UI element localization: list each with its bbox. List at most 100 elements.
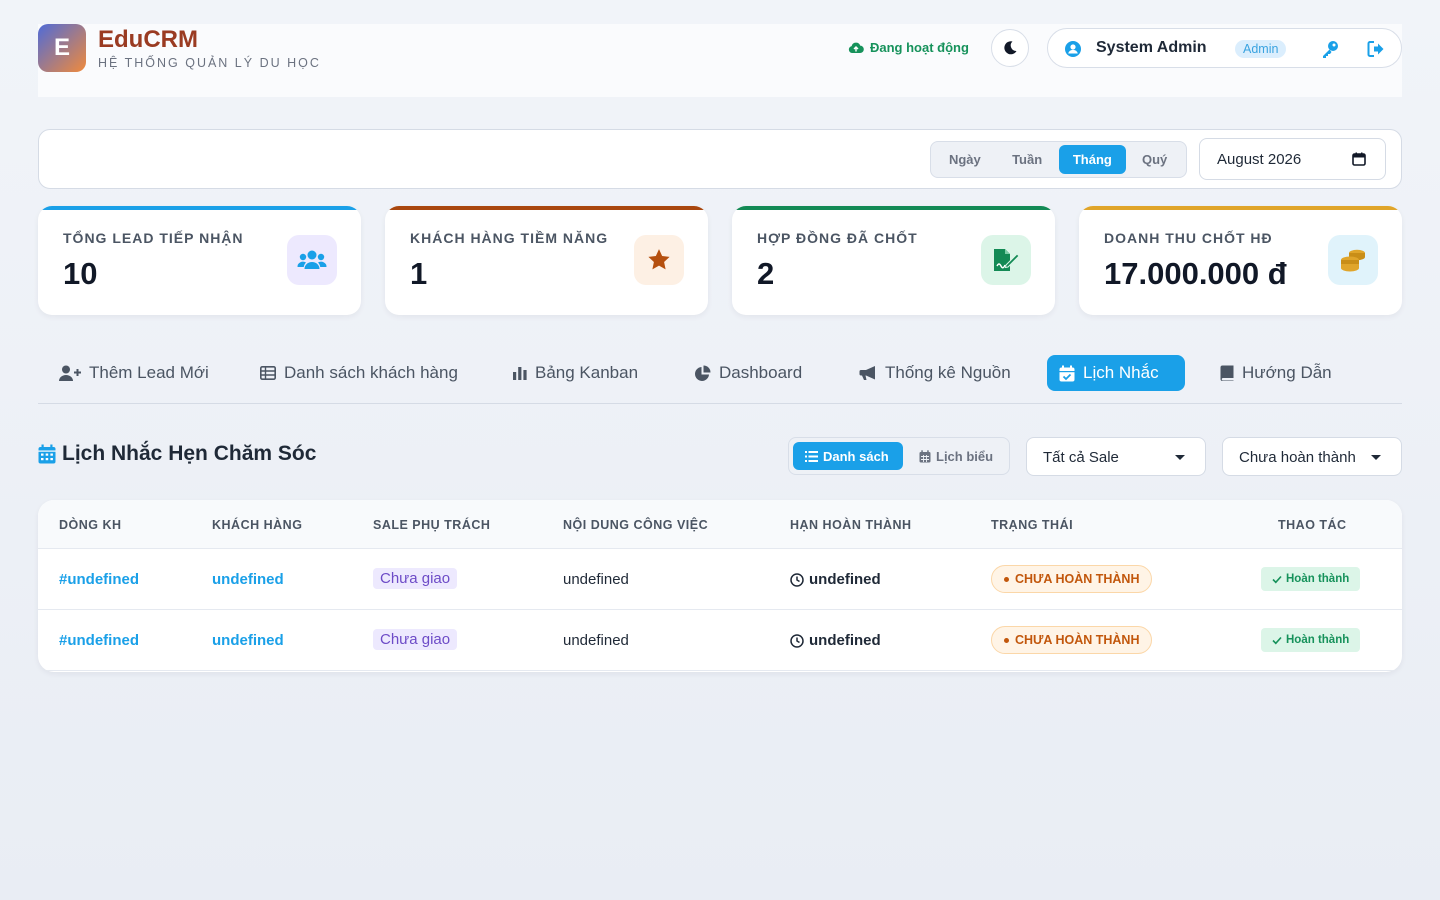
tab-label: Danh sách khách hàng xyxy=(284,363,458,382)
users-icon xyxy=(287,235,337,285)
complete-button[interactable]: Hoàn thành xyxy=(1261,567,1361,591)
tab-guide[interactable]: Hướng Dẫn xyxy=(1208,355,1344,391)
list-icon xyxy=(805,450,818,462)
column-header: THAO TÁC xyxy=(1278,518,1347,532)
coins-icon xyxy=(1328,235,1378,285)
period-quarter-button[interactable]: Quý xyxy=(1126,145,1183,174)
sale-filter-value: Tất cả Sale xyxy=(1043,449,1119,466)
complete-button[interactable]: Hoàn thành xyxy=(1261,628,1361,652)
logo: E xyxy=(38,24,86,72)
deadline-value: undefined xyxy=(809,632,881,649)
period-selector: Ngày Tuần Tháng Quý xyxy=(930,141,1187,178)
user-role-badge: Admin xyxy=(1235,40,1287,58)
tab-label: Thống kê Nguồn xyxy=(885,363,1011,382)
tab-dashboard[interactable]: Dashboard xyxy=(682,355,814,391)
status-badge: CHƯA HOÀN THÀNH xyxy=(991,626,1153,654)
stat-value: 17.000.000 đ xyxy=(1104,256,1287,291)
tab-reminders[interactable]: Lịch Nhắc xyxy=(1047,355,1185,391)
brand-subtitle: HỆ THỐNG QUẢN LÝ DU HỌC xyxy=(98,56,321,70)
stat-card-revenue: DOANH THU CHỐT HĐ 17.000.000 đ xyxy=(1079,206,1402,315)
check-icon xyxy=(1272,636,1282,644)
cloud-upload-icon xyxy=(848,42,864,53)
stat-card-accent xyxy=(38,206,361,210)
chevron-down-icon xyxy=(1175,455,1185,460)
tab-customer-list[interactable]: Danh sách khách hàng xyxy=(248,355,470,391)
star-icon xyxy=(634,235,684,285)
stat-label: HỢP ĐỒNG ĐÃ CHỐT xyxy=(757,230,918,246)
row-id-link[interactable]: #undefined xyxy=(59,571,139,588)
column-header: TRẠNG THÁI xyxy=(991,518,1074,532)
calendar-icon[interactable] xyxy=(1352,152,1366,166)
stat-label: KHÁCH HÀNG TIỀM NĂNG xyxy=(410,230,609,246)
key-icon[interactable] xyxy=(1320,39,1340,59)
tab-kanban[interactable]: Bảng Kanban xyxy=(501,355,650,391)
tab-label: Lịch Nhắc xyxy=(1083,363,1159,382)
status-badge: CHƯA HOÀN THÀNH xyxy=(991,565,1153,593)
tab-label: Hướng Dẫn xyxy=(1242,363,1332,382)
sale-filter-select[interactable]: Tất cả Sale xyxy=(1026,437,1206,476)
table-list-icon xyxy=(260,366,276,380)
customer-link[interactable]: undefined xyxy=(212,632,284,649)
status-filter-select[interactable]: Chưa hoàn thành xyxy=(1222,437,1402,476)
view-list-button[interactable]: Danh sách xyxy=(793,442,903,470)
stat-value: 1 xyxy=(410,256,428,291)
stat-label: TỔNG LEAD TIẾP NHẬN xyxy=(63,230,244,246)
status-text: CHƯA HOÀN THÀNH xyxy=(1015,572,1140,586)
bar-chart-icon xyxy=(513,367,527,380)
moon-icon xyxy=(1004,41,1017,55)
table-row: #undefined undefined Chưa giao undefined… xyxy=(38,610,1402,671)
view-mode-toggle: Danh sách Lịch biểu xyxy=(788,437,1010,475)
view-calendar-button[interactable]: Lịch biểu xyxy=(907,442,1007,470)
row-id-link[interactable]: #undefined xyxy=(59,632,139,649)
theme-toggle-button[interactable] xyxy=(991,29,1029,67)
task-content: undefined xyxy=(563,571,629,588)
section-title-text: Lịch Nhắc Hẹn Chăm Sóc xyxy=(62,442,317,465)
view-calendar-label: Lịch biểu xyxy=(936,448,994,464)
deadline: undefined xyxy=(790,632,881,649)
connection-status: Đang hoạt động xyxy=(848,40,969,55)
complete-button-label: Hoàn thành xyxy=(1286,573,1350,585)
column-header: SALE PHỤ TRÁCH xyxy=(373,518,491,532)
column-header: NỘI DUNG CÔNG VIỆC xyxy=(563,518,709,532)
month-picker-value: August 2026 xyxy=(1217,151,1302,168)
user-menu[interactable]: System Admin Admin xyxy=(1047,28,1402,68)
tab-add-lead[interactable]: Thêm Lead Mới xyxy=(47,355,221,391)
stat-value: 10 xyxy=(63,256,98,291)
stat-card-accent xyxy=(732,206,1055,210)
section-title: Lịch Nhắc Hẹn Chăm Sóc xyxy=(38,442,316,466)
tab-label: Dashboard xyxy=(719,363,803,382)
column-header: HẠN HOÀN THÀNH xyxy=(790,518,912,532)
clock-icon xyxy=(790,633,804,648)
chevron-down-icon xyxy=(1371,455,1381,460)
stat-value: 2 xyxy=(757,256,775,291)
app-header: E EduCRM HỆ THỐNG QUẢN LÝ DU HỌC Đang ho… xyxy=(38,24,1402,97)
table-row: #undefined undefined Chưa giao undefined… xyxy=(38,549,1402,610)
check-icon xyxy=(1272,575,1282,583)
customer-link[interactable]: undefined xyxy=(212,571,284,588)
clock-icon xyxy=(790,572,804,587)
view-list-label: Danh sách xyxy=(823,448,889,464)
complete-button-label: Hoàn thành xyxy=(1286,634,1350,646)
user-circle-icon xyxy=(1065,41,1081,57)
column-header: DÒNG KH xyxy=(59,518,122,532)
user-plus-icon xyxy=(59,365,81,381)
status-text: Đang hoạt động xyxy=(870,40,969,55)
column-header: KHÁCH HÀNG xyxy=(212,518,303,532)
period-day-button[interactable]: Ngày xyxy=(934,145,996,174)
tab-source-stats[interactable]: Thống kê Nguồn xyxy=(847,355,1023,391)
brand-title: EduCRM xyxy=(98,26,198,53)
calendar-icon xyxy=(38,444,56,464)
book-icon xyxy=(1220,365,1234,381)
main-tabs: Thêm Lead Mới Danh sách khách hàng Bảng … xyxy=(38,354,1402,404)
month-picker-input[interactable]: August 2026 xyxy=(1199,138,1386,180)
logout-icon[interactable] xyxy=(1366,39,1386,59)
stat-card-accent xyxy=(1079,206,1402,210)
deadline-value: undefined xyxy=(809,571,881,588)
tab-label: Thêm Lead Mới xyxy=(89,363,209,382)
pie-chart-icon xyxy=(695,365,711,381)
reminders-table: DÒNG KH KHÁCH HÀNG SALE PHỤ TRÁCH NỘI DU… xyxy=(38,500,1402,672)
period-month-button[interactable]: Tháng xyxy=(1058,145,1127,174)
contract-sign-icon xyxy=(981,235,1031,285)
sale-badge: Chưa giao xyxy=(373,568,458,589)
period-week-button[interactable]: Tuần xyxy=(996,145,1059,174)
